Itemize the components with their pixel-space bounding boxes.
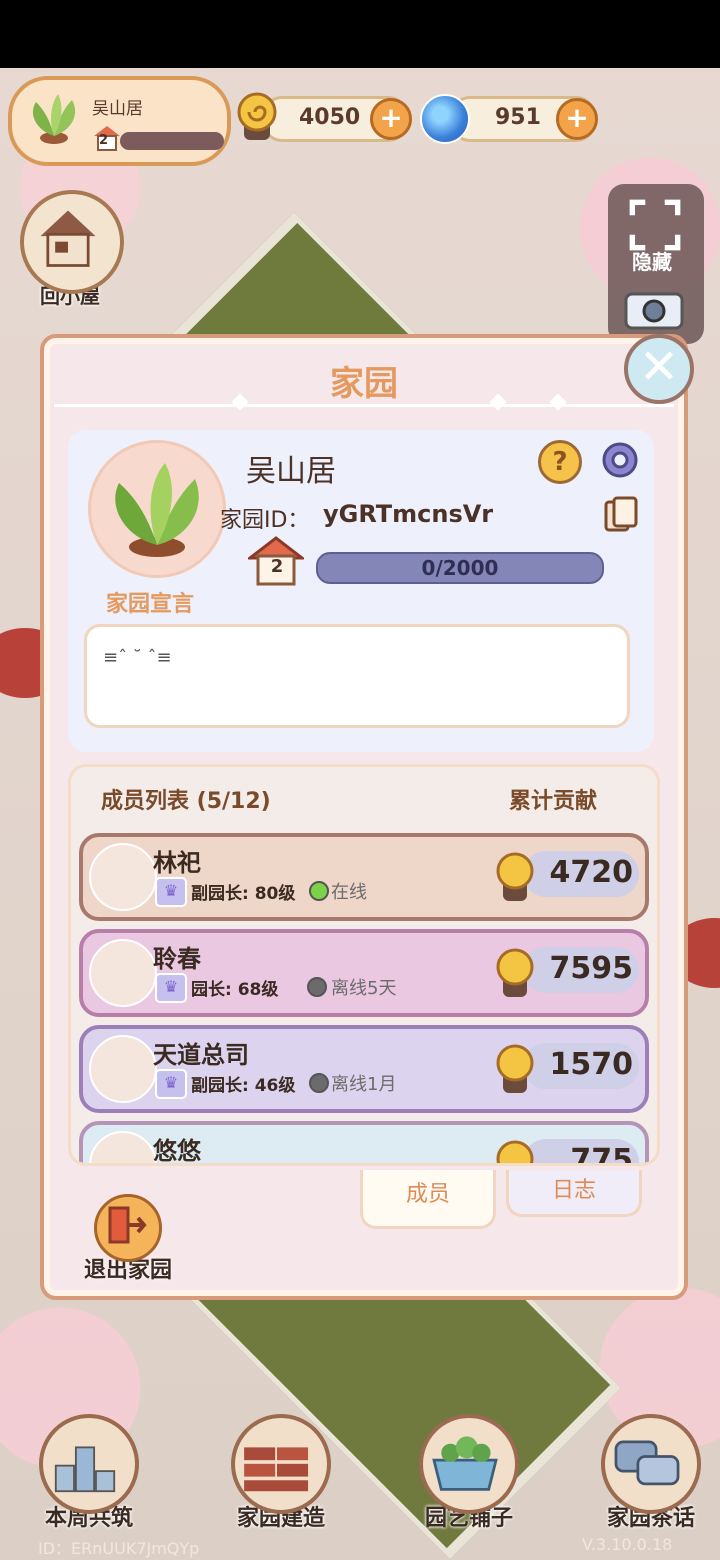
crown-icon: ♛ <box>155 1069 187 1099</box>
member-status: 在线 <box>331 882 367 903</box>
contribution-pill: 4720 <box>523 851 639 897</box>
home-avatar <box>88 440 226 578</box>
contribution-value: 775 <box>570 1143 633 1166</box>
avatar <box>89 939 157 1007</box>
home-title: 吴山居 <box>246 454 336 489</box>
home-chat-button[interactable]: 家园茶话 <box>596 1414 706 1532</box>
home-info-card: 吴山居 ? 家园ID： yGRTmcnsVr 2 0/2000 家园宣言 ≡ˆ … <box>68 430 654 752</box>
declaration-text: ≡ˆ ˘ ˆ≡ <box>103 647 172 668</box>
garden-shop-button[interactable]: 园艺铺子 <box>414 1414 524 1532</box>
member-row[interactable]: 林祀 ♛ 副园长: 80级 在线 4720 <box>79 833 649 921</box>
member-row[interactable]: 聆春 ♛ 园长: 68级 离线5天 7595 <box>79 929 649 1017</box>
member-name: 天道总司 <box>153 1041 249 1069</box>
declaration-label: 家园宣言 <box>106 592 195 617</box>
home-dialog: 家园 吴山居 ? 家园ID： yGRTmcnsVr 2 0/2000 家园宣言 … <box>40 334 688 1300</box>
contribution-pill: 1570 <box>523 1043 639 1089</box>
camera-icon[interactable] <box>624 286 684 330</box>
avatar <box>89 1035 157 1103</box>
exp-text: 0/2000 <box>421 556 499 580</box>
avatar <box>89 843 157 911</box>
plant-icon <box>115 463 199 557</box>
exp-progress-bar: 0/2000 <box>316 552 604 584</box>
home-name: 吴山居 <box>92 99 143 119</box>
podium-icon <box>39 1414 139 1514</box>
contribution-pill: 775 <box>523 1139 639 1166</box>
snail-coin-icon <box>496 852 534 901</box>
coin-value: 4050 <box>299 105 361 130</box>
home-level: 2 <box>270 556 284 577</box>
close-button[interactable]: ✕ <box>624 334 694 404</box>
house-icon <box>20 190 124 294</box>
contribution-title: 累计贡献 <box>509 789 598 814</box>
tab-members[interactable]: 成员 <box>360 1170 496 1229</box>
member-name: 悠悠 <box>153 1137 201 1165</box>
home-id-label: 家园ID： <box>220 508 310 533</box>
member-role: 副园长: 46级 <box>191 1076 296 1096</box>
hide-label: 隐藏 <box>632 250 672 274</box>
snail-coin-icon <box>496 1140 534 1163</box>
member-list-card: 成员列表 (5/12) 累计贡献 林祀 ♛ 副园长: 80级 在线 4720 聆… <box>68 764 660 1166</box>
contribution-pill: 7595 <box>523 947 639 993</box>
snail-coin-icon <box>496 1044 534 1093</box>
gem-value: 951 <box>495 105 541 130</box>
home-build-button[interactable]: 家园建造 <box>226 1414 336 1532</box>
offline-dot-icon <box>309 1073 329 1093</box>
gear-icon[interactable] <box>598 438 642 482</box>
back-home-button[interactable]: 回小屋 <box>20 190 124 309</box>
copy-icon[interactable] <box>604 496 638 534</box>
member-role: 副园长: 80级 <box>191 884 296 904</box>
home-id-value: yGRTmcnsVr <box>323 500 494 528</box>
hide-icon[interactable] <box>628 198 682 252</box>
bricks-icon <box>231 1414 331 1514</box>
member-status: 离线1月 <box>331 1074 397 1095</box>
declaration-box[interactable]: ≡ˆ ˘ ˆ≡ <box>84 624 630 728</box>
dialog-title: 家园 <box>330 364 398 404</box>
add-coins-button[interactable]: + <box>370 98 412 140</box>
help-icon[interactable]: ? <box>538 440 582 484</box>
chat-bubble-icon <box>601 1414 701 1514</box>
crown-icon: ♛ <box>155 973 187 1003</box>
offline-dot-icon <box>307 977 327 997</box>
contribution-value: 4720 <box>549 855 634 890</box>
planter-icon <box>419 1414 519 1514</box>
snail-coin-icon <box>237 92 277 140</box>
online-dot-icon <box>309 881 329 901</box>
status-bar <box>0 0 720 68</box>
member-status: 离线5天 <box>331 978 397 999</box>
avatar <box>89 1131 157 1163</box>
member-row[interactable]: 悠悠 775 <box>79 1121 649 1166</box>
home-exp-bar <box>120 132 224 150</box>
exit-home-button[interactable]: 退出家园 <box>84 1194 172 1284</box>
home-badge[interactable]: 吴山居 2 <box>8 76 231 166</box>
home-level: 2 <box>99 133 109 148</box>
add-gems-button[interactable]: + <box>556 98 598 140</box>
member-list-title: 成员列表 (5/12) <box>101 789 271 814</box>
swirl-gem-icon <box>420 94 470 144</box>
member-name: 聆春 <box>153 945 201 973</box>
tab-log[interactable]: 日志 <box>506 1170 642 1217</box>
exit-door-icon <box>94 1194 162 1262</box>
contribution-value: 7595 <box>549 951 634 986</box>
contribution-value: 1570 <box>549 1047 634 1082</box>
title-divider <box>54 404 674 407</box>
weekly-build-button[interactable]: 本周共筑 <box>34 1414 144 1532</box>
player-id: ID：ERnUUK7JmQYp <box>38 1539 200 1558</box>
member-row[interactable]: 天道总司 ♛ 副园长: 46级 离线1月 1570 <box>79 1025 649 1113</box>
member-name: 林祀 <box>153 849 201 877</box>
snail-coin-icon <box>496 948 534 997</box>
crown-icon: ♛ <box>155 877 187 907</box>
version-label: V.3.10.0.18 <box>582 1535 673 1554</box>
member-role: 园长: 68级 <box>191 980 279 1000</box>
plant-icon <box>32 94 76 144</box>
